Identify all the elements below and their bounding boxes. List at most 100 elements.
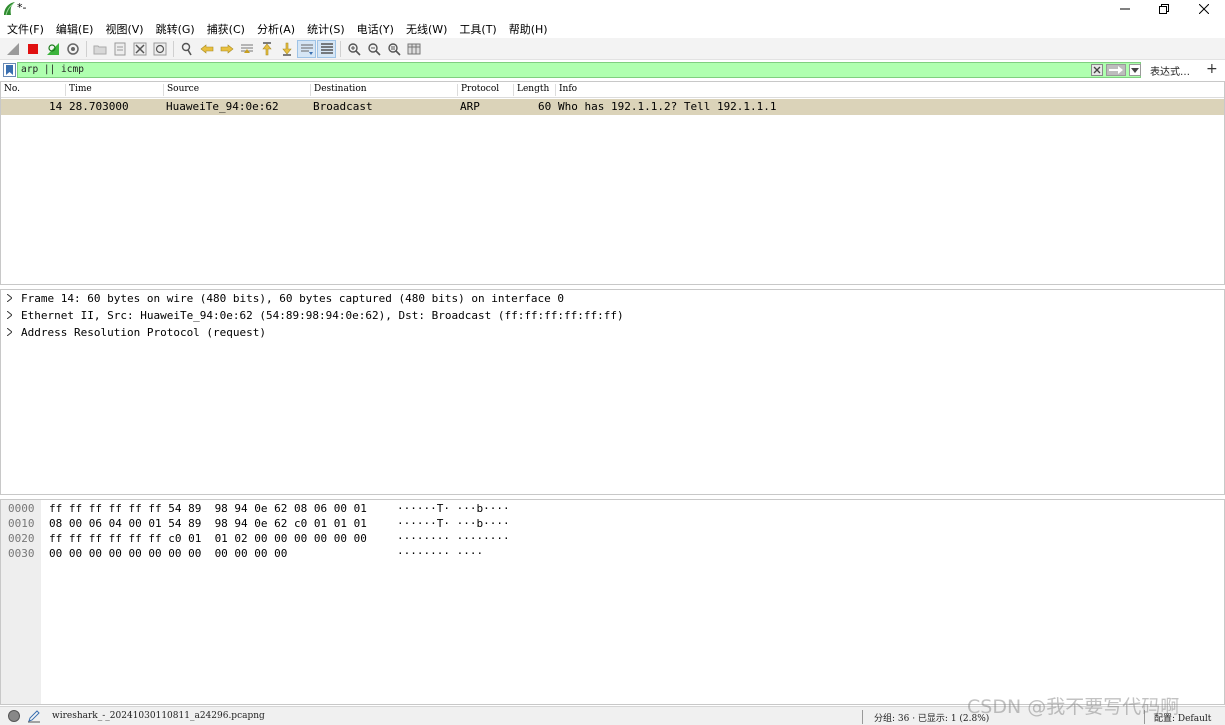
restore-button[interactable] xyxy=(1144,0,1184,18)
bytes-row: 0000 ff ff ff ff ff ff 54 89 98 94 0e 62… xyxy=(1,502,1224,517)
menu-wireless[interactable]: 无线(W) xyxy=(402,21,451,37)
stop-icon xyxy=(27,43,38,54)
tree-item-label: Address Resolution Protocol (request) xyxy=(21,326,267,339)
table-row[interactable]: 14 28.703000 HuaweiTe_94:0e:62 Broadcast… xyxy=(1,99,1224,115)
bytes-ascii[interactable]: ········ ········ xyxy=(397,532,510,545)
close-icon xyxy=(1199,4,1209,14)
menu-edit[interactable]: 编辑(E) xyxy=(52,21,98,37)
restart-icon xyxy=(46,42,59,55)
toolbar-separator xyxy=(340,40,341,57)
toolbar-separator xyxy=(173,40,174,57)
capture-file-name: wireshark_-_20241030110811_a24296.pcapng xyxy=(52,711,265,721)
capture-options-button[interactable] xyxy=(63,40,82,58)
packet-list-pane: No. Time Source Destination Protocol Len… xyxy=(0,81,1225,285)
column-header-source[interactable]: Source xyxy=(164,84,311,96)
menu-telephony[interactable]: 电话(Y) xyxy=(353,21,398,37)
column-header-no[interactable]: No. xyxy=(1,84,66,96)
bytes-row: 0010 08 00 06 04 00 01 54 89 98 94 0e 62… xyxy=(1,517,1224,532)
menu-go[interactable]: 跳转(G) xyxy=(152,21,199,37)
column-header-length[interactable]: Length xyxy=(514,84,556,96)
watermark: CSDN @我不要写代码啊 xyxy=(967,696,1180,718)
menu-capture[interactable]: 捕获(C) xyxy=(203,21,249,37)
menu-bar: 文件(F) 编辑(E) 视图(V) 跳转(G) 捕获(C) 分析(A) 统计(S… xyxy=(0,19,1225,38)
open-file-button[interactable] xyxy=(90,40,109,58)
add-filter-button[interactable]: + xyxy=(1206,61,1218,77)
forward-icon xyxy=(220,43,233,54)
tree-item-label: Frame 14: 60 bytes on wire (480 bits), 6… xyxy=(21,292,565,305)
zoom-normal-icon xyxy=(387,42,401,56)
zoom-normal-button[interactable] xyxy=(384,40,403,58)
filter-bookmark-button[interactable] xyxy=(3,63,16,77)
reload-icon xyxy=(153,42,166,55)
go-forward-button[interactable] xyxy=(217,40,236,58)
packet-list-header: No. Time Source Destination Protocol Len… xyxy=(1,82,1224,98)
go-to-packet-button[interactable] xyxy=(237,40,256,58)
close-file-button[interactable] xyxy=(130,40,149,58)
save-icon xyxy=(114,42,125,55)
bytes-offset: 0020 xyxy=(8,532,35,545)
clear-filter-button[interactable] xyxy=(1091,64,1103,76)
minimize-button[interactable] xyxy=(1105,0,1145,18)
ready-indicator-icon xyxy=(8,710,20,722)
resize-columns-icon xyxy=(407,43,420,54)
close-file-icon xyxy=(133,42,146,55)
packet-details-pane: Frame 14: 60 bytes on wire (480 bits), 6… xyxy=(0,289,1225,495)
close-button[interactable] xyxy=(1184,0,1224,18)
bytes-ascii[interactable]: ······T· ···b···· xyxy=(397,502,510,515)
column-header-protocol[interactable]: Protocol xyxy=(458,84,514,96)
tree-item-ethernet[interactable]: Ethernet II, Src: HuaweiTe_94:0e:62 (54:… xyxy=(1,308,1224,324)
restart-capture-button[interactable] xyxy=(43,40,62,58)
menu-analyze[interactable]: 分析(A) xyxy=(253,21,299,37)
zoom-in-button[interactable] xyxy=(344,40,363,58)
first-icon xyxy=(261,41,272,55)
restore-icon xyxy=(1159,4,1169,14)
options-icon xyxy=(66,42,79,55)
bytes-offset: 0030 xyxy=(8,547,35,560)
colorize-button[interactable] xyxy=(317,39,336,58)
resize-columns-button[interactable] xyxy=(404,40,423,58)
save-file-button[interactable] xyxy=(110,40,129,58)
bytes-ascii[interactable]: ······T· ···b···· xyxy=(397,517,510,530)
bytes-ascii[interactable]: ········ ···· xyxy=(397,547,483,560)
clear-icon xyxy=(1091,64,1103,76)
column-header-info[interactable]: Info xyxy=(556,84,1156,96)
start-capture-button[interactable] xyxy=(3,40,22,58)
autoscroll-button[interactable] xyxy=(297,39,316,58)
menu-statistics[interactable]: 统计(S) xyxy=(303,21,349,37)
menu-file[interactable]: 文件(F) xyxy=(3,21,48,37)
first-packet-button[interactable] xyxy=(257,40,276,58)
stop-capture-button[interactable] xyxy=(23,40,42,58)
wireshark-logo-icon xyxy=(4,2,15,16)
apply-filter-button[interactable] xyxy=(1106,64,1126,76)
find-packet-button[interactable] xyxy=(177,40,196,58)
chevron-right-icon xyxy=(7,294,12,302)
filter-history-dropdown[interactable] xyxy=(1129,64,1141,76)
minimize-icon xyxy=(1120,8,1130,10)
bytes-hex[interactable]: 08 00 06 04 00 01 54 89 98 94 0e 62 c0 0… xyxy=(49,517,367,530)
menu-help[interactable]: 帮助(H) xyxy=(505,21,552,37)
tree-item-frame[interactable]: Frame 14: 60 bytes on wire (480 bits), 6… xyxy=(1,291,1224,307)
menu-view[interactable]: 视图(V) xyxy=(101,21,147,37)
last-icon xyxy=(281,42,292,56)
tree-item-arp[interactable]: Address Resolution Protocol (request) xyxy=(1,325,1224,341)
packet-bytes-pane: 0000 ff ff ff ff ff ff 54 89 98 94 0e 62… xyxy=(0,499,1225,705)
toolbar-separator xyxy=(86,40,87,57)
zoom-in-icon xyxy=(347,42,361,56)
cell-protocol: ARP xyxy=(460,100,480,113)
last-packet-button[interactable] xyxy=(277,40,296,58)
edit-comment-icon[interactable] xyxy=(27,709,41,723)
bytes-hex[interactable]: ff ff ff ff ff ff 54 89 98 94 0e 62 08 0… xyxy=(49,502,367,515)
go-back-button[interactable] xyxy=(197,40,216,58)
column-header-time[interactable]: Time xyxy=(66,84,164,96)
column-header-destination[interactable]: Destination xyxy=(311,84,458,96)
menu-tools[interactable]: 工具(T) xyxy=(455,21,500,37)
zoom-out-button[interactable] xyxy=(364,40,383,58)
filter-expression-button[interactable]: 表达式… xyxy=(1150,63,1190,78)
tree-item-label: Ethernet II, Src: HuaweiTe_94:0e:62 (54:… xyxy=(21,309,624,322)
reload-file-button[interactable] xyxy=(150,40,169,58)
bytes-hex[interactable]: 00 00 00 00 00 00 00 00 00 00 00 00 xyxy=(49,547,287,560)
zoom-out-icon xyxy=(367,42,381,56)
bytes-hex[interactable]: ff ff ff ff ff ff c0 01 01 02 00 00 00 0… xyxy=(49,532,367,545)
display-filter-input[interactable]: arp || icmp xyxy=(17,62,1141,78)
status-separator xyxy=(862,710,863,724)
